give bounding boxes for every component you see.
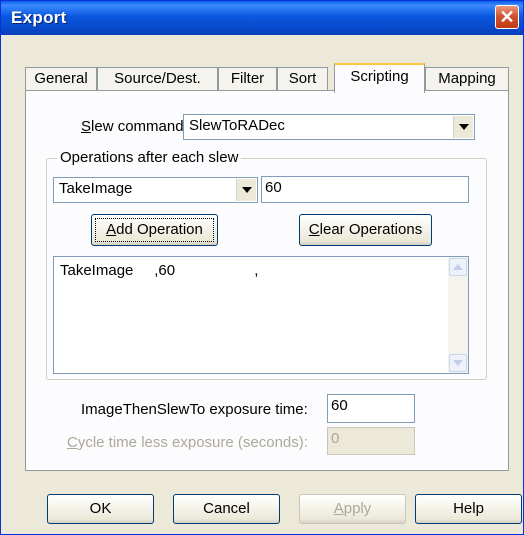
list-item[interactable]: TakeImage ,60 ,	[60, 262, 258, 279]
operation-value: TakeImage	[59, 180, 133, 197]
scroll-up-icon[interactable]	[449, 258, 467, 276]
tab-filter[interactable]: Filter	[218, 67, 277, 91]
scroll-down-icon[interactable]	[449, 354, 467, 372]
tab-source-dest[interactable]: Source/Dest.	[97, 67, 218, 91]
exposure-time-label: ImageThenSlewTo exposure time:	[81, 401, 308, 418]
apply-button: Apply	[299, 494, 406, 524]
tab-general[interactable]: General	[25, 67, 97, 91]
cycle-time-input: 0	[327, 427, 415, 455]
tab-sort[interactable]: Sort	[277, 67, 328, 91]
slew-command-select[interactable]: SlewToRADec	[183, 114, 475, 140]
clear-operations-button[interactable]: Clear Operations	[299, 214, 432, 246]
operations-list-scrollbar[interactable]	[448, 257, 468, 373]
chevron-down-icon[interactable]	[453, 116, 473, 138]
export-dialog: Export ✕ General Source/Dest. Filter Sor…	[0, 0, 524, 535]
ok-button[interactable]: OK	[47, 494, 154, 524]
operation-param-input[interactable]: 60	[261, 176, 469, 203]
operations-group-label: Operations after each slew	[57, 149, 242, 166]
title-bar[interactable]: Export ✕	[1, 1, 523, 35]
add-operation-button[interactable]: Add Operation	[91, 214, 218, 246]
cycle-time-label: Cycle time less exposure (seconds):	[67, 434, 308, 451]
tab-scripting[interactable]: Scripting	[334, 63, 425, 93]
slew-command-value: SlewToRADec	[189, 117, 285, 134]
cancel-button[interactable]: Cancel	[173, 494, 280, 524]
close-icon[interactable]: ✕	[495, 5, 519, 29]
slew-command-label: Slew command:	[81, 118, 188, 135]
chevron-down-icon[interactable]	[236, 179, 256, 201]
tab-mapping[interactable]: Mapping	[425, 67, 509, 91]
operation-select[interactable]: TakeImage	[53, 177, 258, 203]
operations-list[interactable]: TakeImage ,60 ,	[53, 256, 469, 374]
help-button[interactable]: Help	[415, 494, 522, 524]
window-title: Export	[11, 8, 67, 27]
exposure-time-input[interactable]: 60	[327, 394, 415, 423]
